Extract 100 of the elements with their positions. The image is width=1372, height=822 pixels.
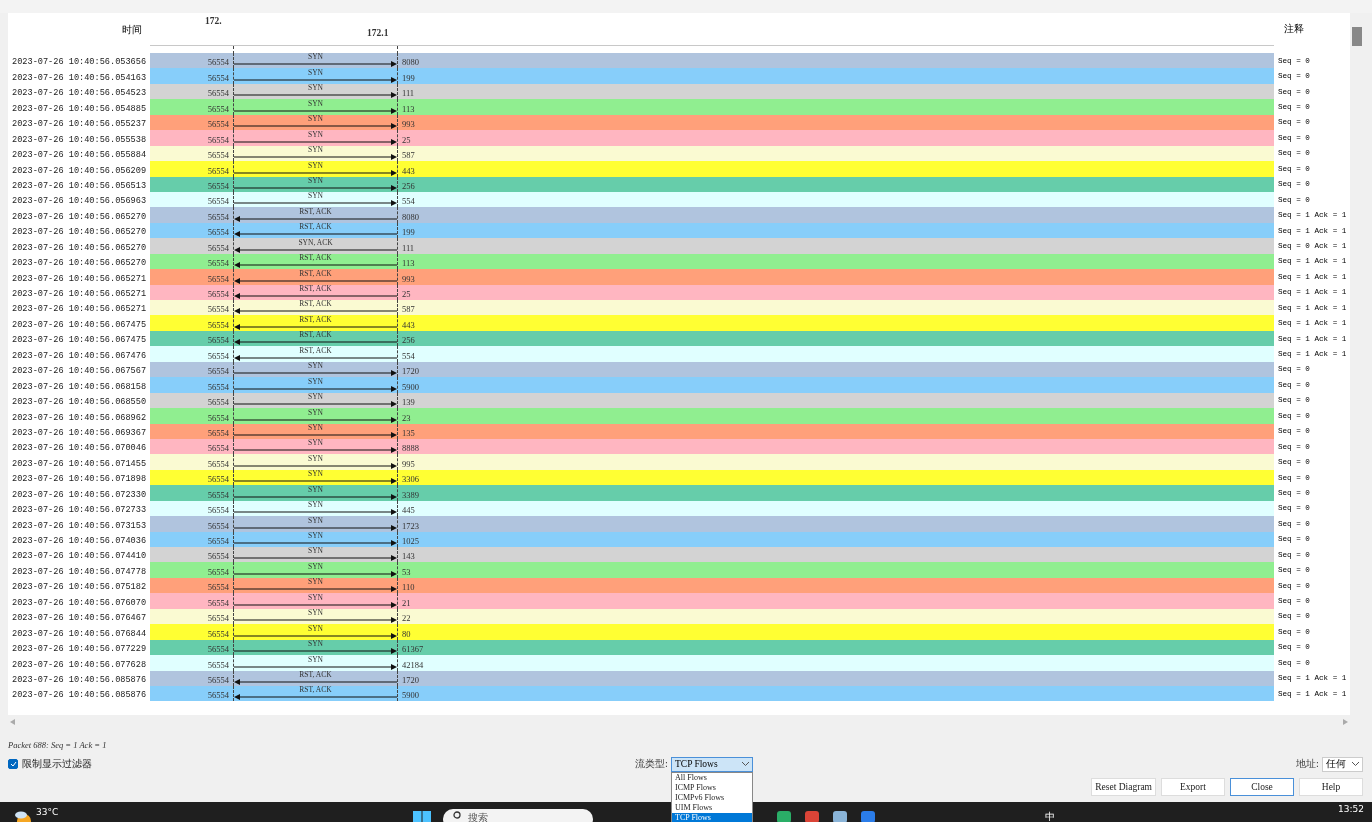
port-label: 56554 (206, 318, 230, 331)
search-field[interactable]: 搜索 (443, 809, 594, 822)
port-label: 61367 (401, 643, 424, 656)
flow-type-select[interactable]: TCP Flows (671, 756, 753, 772)
dialog-button[interactable]: Reset Diagram (1091, 778, 1156, 796)
time-cell-text: 2023-07-26 10:40:56.067475 (11, 318, 148, 331)
flow-type-label: 流类型: (634, 757, 668, 771)
time-cell-text: 2023-07-26 10:40:56.076070 (11, 596, 148, 609)
port-label: 199 (401, 226, 415, 239)
port-label: 56554 (206, 535, 230, 547)
port-label: 554 (401, 349, 415, 362)
search-icon (453, 811, 463, 820)
time-cell-text: 2023-07-26 10:40:56.055884 (11, 149, 148, 162)
port-label: 56554 (206, 673, 230, 686)
port-label: 56554 (206, 164, 230, 177)
port-label: 1025 (401, 535, 419, 547)
time-cell-text: 2023-07-26 10:40:56.055538 (11, 133, 148, 146)
weather-text: 33°C (36, 807, 59, 817)
checkbox[interactable] (8, 759, 18, 769)
port-label: 56554 (206, 519, 230, 532)
time-cell-text: 2023-07-26 10:40:56.076467 (11, 612, 148, 625)
port-label: 56554 (206, 288, 230, 300)
port-label: 443 (401, 164, 415, 177)
port-label: 135 (401, 426, 415, 439)
time-cell-text: 2023-07-26 10:40:56.065270 (11, 226, 148, 239)
time-cell-text: 2023-07-26 10:40:56.069367 (11, 426, 148, 439)
chevron-down-icon (742, 762, 749, 766)
port-label: 56554 (206, 643, 230, 656)
scrollbar-thumb[interactable] (1352, 27, 1362, 46)
dialog-button[interactable]: Export (1161, 778, 1225, 796)
port-label: 56554 (206, 149, 230, 162)
port-label: 5900 (401, 380, 419, 393)
port-label: 56554 (206, 442, 230, 455)
port-label: 56554 (206, 257, 230, 270)
windows-icon[interactable] (413, 811, 432, 822)
port-label: 21 (401, 596, 411, 609)
port-label: 56554 (206, 550, 230, 563)
dropdown-option[interactable]: ICMPv6 Flows (672, 792, 752, 803)
time-cell-text: 2023-07-26 10:40:56.055237 (11, 118, 148, 131)
time-cell-text: 2023-07-26 10:40:56.056513 (11, 179, 148, 192)
port-label: 56554 (206, 118, 230, 131)
port-label: 56554 (206, 56, 230, 69)
app-icon[interactable] (805, 811, 820, 822)
dialog-button[interactable]: Help (1299, 778, 1363, 796)
app-icon[interactable] (777, 811, 792, 822)
port-label: 56554 (206, 565, 230, 578)
ime-indicator[interactable]: 中 (1045, 810, 1056, 822)
time-cell-text: 2023-07-26 10:40:56.077628 (11, 658, 148, 671)
port-label: 56554 (206, 689, 230, 702)
dropdown-option[interactable]: UIM Flows (672, 802, 752, 813)
dropdown-option[interactable]: ICMP Flows (672, 782, 752, 793)
port-label: 80 (401, 627, 411, 640)
time-cell-text: 2023-07-26 10:40:56.075182 (11, 581, 148, 594)
port-label: 56554 (206, 102, 230, 115)
address-label: 地址: (1295, 757, 1319, 771)
port-label: 5900 (401, 689, 419, 702)
time-cell-text: 2023-07-26 10:40:56.065270 (11, 257, 148, 270)
time-cell-text: 2023-07-26 10:40:56.072330 (11, 488, 148, 501)
time-cell-text: 2023-07-26 10:40:56.085876 (11, 673, 148, 686)
app-icon[interactable] (861, 811, 876, 822)
time-cell-text: 2023-07-26 10:40:56.073153 (11, 519, 148, 532)
time-cell-text: 2023-07-26 10:40:56.074410 (11, 550, 148, 563)
port-label: 993 (401, 272, 415, 285)
dropdown-option[interactable]: All Flows (672, 772, 752, 783)
port-label: 56554 (206, 303, 230, 316)
time-cell-text: 2023-07-26 10:40:56.065270 (11, 210, 148, 223)
address-select[interactable]: 任何 (1322, 756, 1363, 772)
port-label: 1723 (401, 519, 419, 532)
host-label: 172. (205, 16, 222, 26)
port-label: 56554 (206, 426, 230, 439)
port-label: 113 (401, 102, 415, 115)
port-label: 56554 (206, 195, 230, 208)
app-icon[interactable] (833, 811, 848, 822)
clock[interactable]: 13:52 (1338, 804, 1364, 814)
port-label: 56554 (206, 210, 230, 223)
port-label: 143 (401, 550, 415, 563)
port-label: 993 (401, 118, 415, 131)
dropdown-option[interactable]: TCP Flows (672, 812, 752, 822)
port-label: 23 (401, 411, 411, 424)
port-label: 587 (401, 149, 415, 162)
weather-icon (14, 809, 32, 822)
time-cell-text: 2023-07-26 10:40:56.067476 (11, 349, 148, 362)
time-cell-text: 2023-07-26 10:40:56.076844 (11, 627, 148, 640)
port-label: 445 (401, 504, 415, 517)
time-header: 时间 (121, 23, 143, 35)
port-label: 113 (401, 257, 415, 270)
port-label: 139 (401, 396, 415, 409)
port-label: 56554 (206, 581, 230, 594)
dialog-button[interactable]: Close (1230, 778, 1294, 796)
chevron-down-icon (1352, 762, 1359, 766)
port-label: 56554 (206, 179, 230, 192)
port-label: 56554 (206, 488, 230, 501)
time-cell-text: 2023-07-26 10:40:56.056963 (11, 195, 148, 208)
time-cell-text: 2023-07-26 10:40:56.054523 (11, 87, 148, 100)
port-label: 25 (401, 133, 411, 146)
port-label: 56554 (206, 612, 230, 625)
port-label: 56554 (206, 411, 230, 424)
port-label: 56554 (206, 349, 230, 362)
status-text: Packet 688: Seq = 1 Ack = 1 (8, 740, 108, 751)
time-cell-text: 2023-07-26 10:40:56.085876 (11, 689, 148, 702)
